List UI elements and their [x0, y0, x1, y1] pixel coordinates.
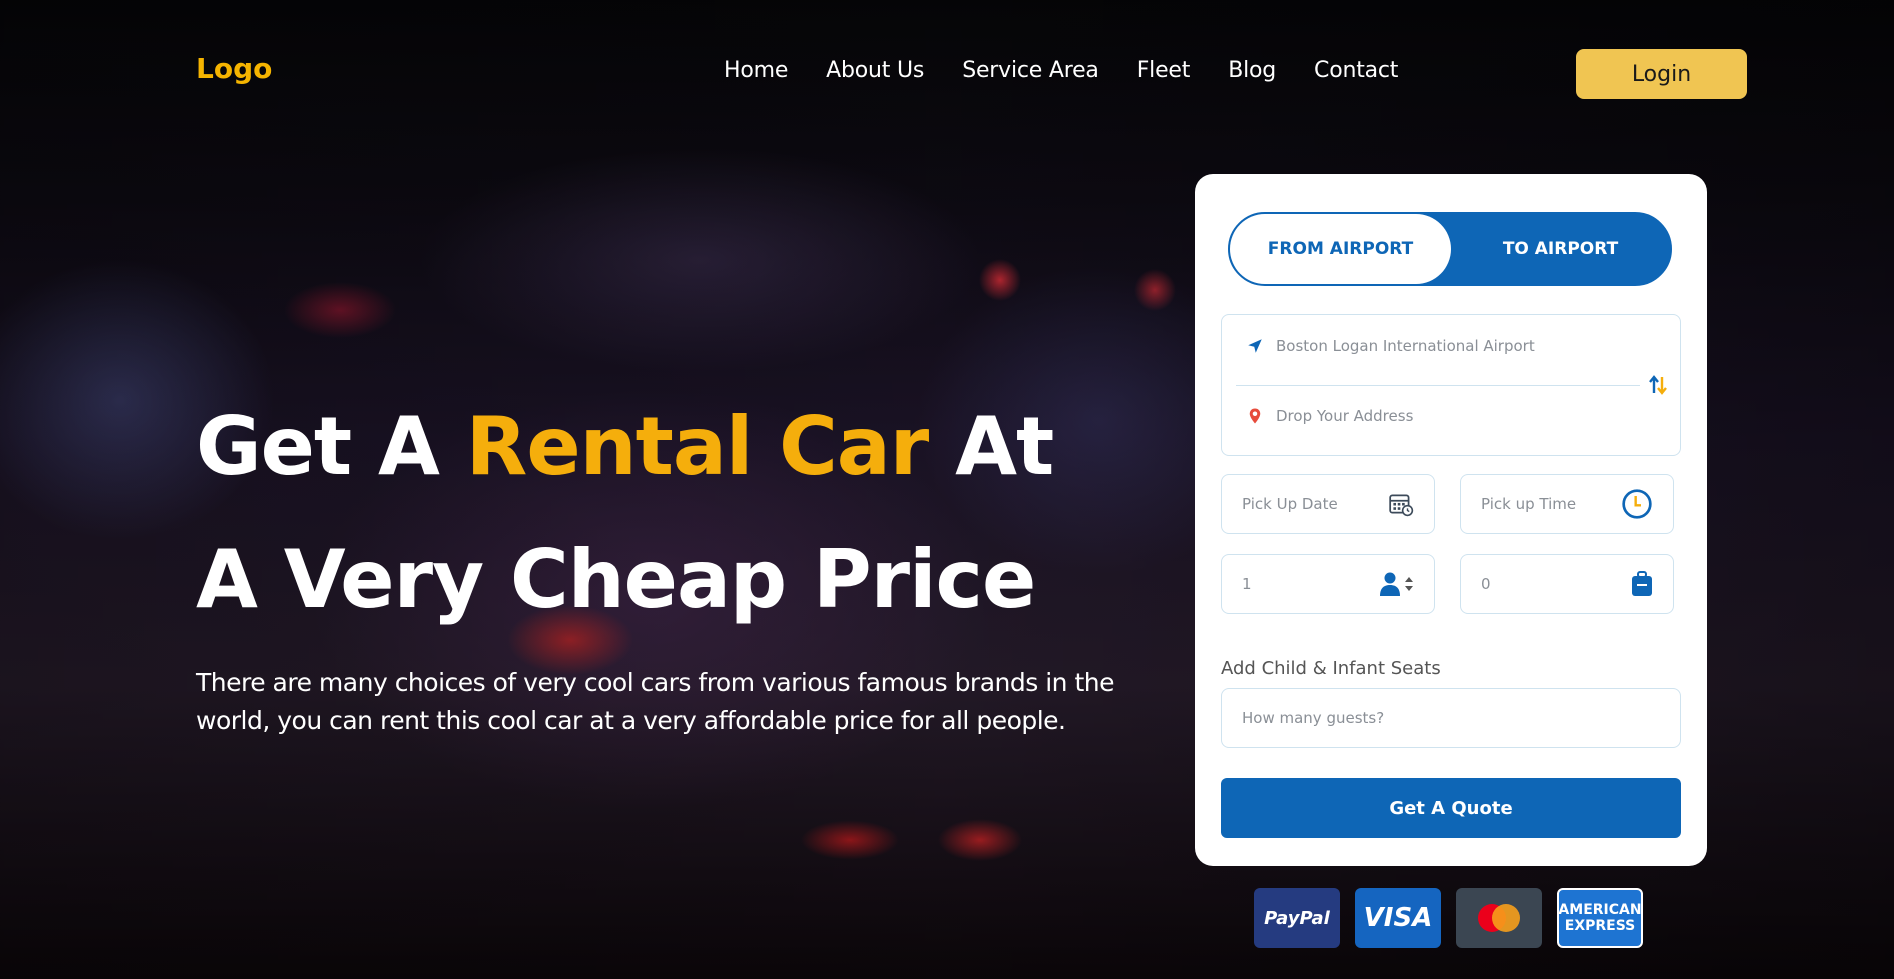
login-button[interactable]: Login [1576, 49, 1747, 99]
headline-part2: At [928, 400, 1054, 493]
nav-contact[interactable]: Contact [1314, 58, 1398, 83]
pickup-date-placeholder: Pick Up Date [1242, 495, 1338, 513]
drop-address-placeholder: Drop Your Address [1276, 407, 1414, 425]
pickup-location-field[interactable]: Boston Logan International Airport [1246, 337, 1535, 355]
pickup-time-input[interactable]: Pick up Time [1460, 474, 1674, 534]
drop-address-field[interactable]: Drop Your Address [1246, 407, 1413, 425]
tab-from-airport[interactable]: FROM AIRPORT [1230, 214, 1451, 284]
swap-direction-icon[interactable] [1646, 373, 1670, 397]
pickup-time-placeholder: Pick up Time [1481, 495, 1577, 513]
amex-line1: AMERICAN [1558, 902, 1642, 918]
clock-icon [1622, 489, 1652, 519]
child-seats-label: Add Child & Infant Seats [1221, 658, 1441, 679]
amex-logo: AMERICAN EXPRESS [1557, 888, 1643, 948]
person-icon [1380, 572, 1400, 596]
paypal-logo: PayPal [1254, 888, 1340, 948]
headline-accent: Rental Car [465, 400, 929, 493]
nav-home[interactable]: Home [724, 58, 788, 83]
luggage-value: 0 [1481, 575, 1491, 593]
nav-service-area[interactable]: Service Area [962, 58, 1099, 83]
navigation-arrow-icon [1248, 339, 1262, 353]
nav-about-us[interactable]: About Us [826, 58, 924, 83]
visa-logo: VISA [1355, 888, 1441, 948]
guests-placeholder: How many guests? [1242, 709, 1385, 727]
route-box: Boston Logan International Airport Drop … [1221, 314, 1681, 456]
hero-description: There are many choices of very cool cars… [196, 668, 1114, 735]
amex-line2: EXPRESS [1564, 918, 1636, 934]
nav-blog[interactable]: Blog [1228, 58, 1276, 83]
nav-fleet[interactable]: Fleet [1137, 58, 1191, 83]
hero-headline: Get A Rental Car At A Very Cheap Price [196, 380, 1054, 646]
headline-part1: Get A [196, 400, 466, 493]
logo[interactable]: Logo [196, 52, 272, 85]
direction-tabs: FROM AIRPORT TO AIRPORT [1228, 212, 1672, 286]
pickup-location-value: Boston Logan International Airport [1276, 337, 1535, 355]
map-pin-icon [1249, 408, 1261, 424]
luggage-input[interactable]: 0 [1460, 554, 1674, 614]
mastercard-logo [1456, 888, 1542, 948]
passengers-stepper[interactable]: 1 [1221, 554, 1435, 614]
route-divider [1236, 385, 1640, 386]
stepper-arrows-icon[interactable] [1404, 575, 1414, 593]
payment-methods: PayPal VISA AMERICAN EXPRESS [1254, 888, 1643, 948]
calendar-icon [1389, 494, 1414, 517]
main-nav: Home About Us Service Area Fleet Blog Co… [724, 58, 1398, 83]
headline-line2: A Very Cheap Price [196, 533, 1036, 626]
mastercard-orange-circle [1492, 904, 1520, 932]
guests-input[interactable]: How many guests? [1221, 688, 1681, 748]
passenger-controls [1378, 571, 1414, 597]
passengers-value: 1 [1242, 575, 1252, 593]
pickup-date-input[interactable]: Pick Up Date [1221, 474, 1435, 534]
luggage-icon [1632, 571, 1652, 596]
booking-card: FROM AIRPORT TO AIRPORT Boston Logan Int… [1195, 174, 1707, 866]
tab-to-airport[interactable]: TO AIRPORT [1451, 214, 1670, 284]
get-quote-button[interactable]: Get A Quote [1221, 778, 1681, 838]
